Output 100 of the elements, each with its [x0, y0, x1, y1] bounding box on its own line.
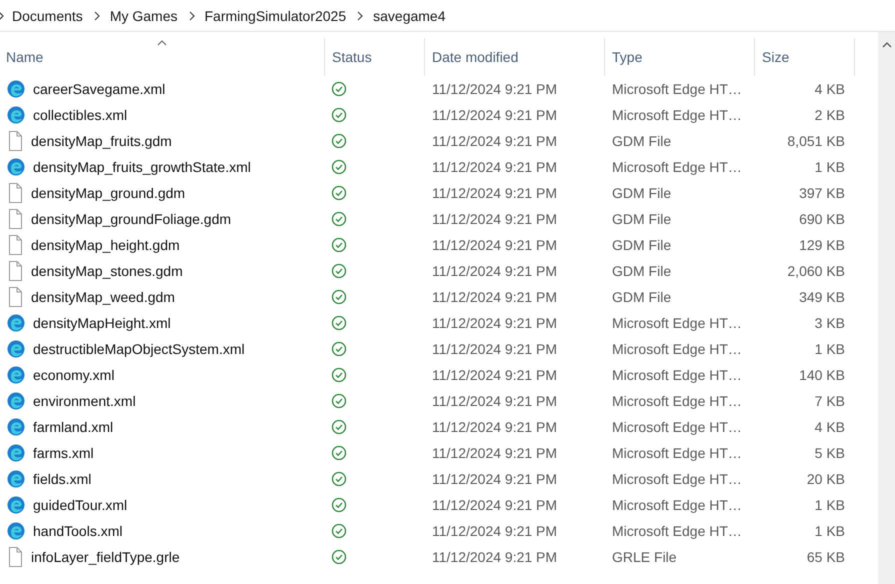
- file-name[interactable]: destructibleMapObjectSystem.xml: [33, 341, 245, 357]
- file-name[interactable]: densityMap_fruits_growthState.xml: [33, 159, 251, 175]
- file-name[interactable]: guidedTour.xml: [33, 497, 128, 513]
- file-name[interactable]: fields.xml: [33, 471, 92, 487]
- file-type: GDM File: [612, 263, 672, 279]
- breadcrumb-item[interactable]: FarmingSimulator2025: [198, 8, 352, 24]
- checkmark-circle-icon: [331, 81, 347, 97]
- file-name[interactable]: densityMap_stones.gdm: [31, 263, 183, 279]
- document-icon: [7, 547, 23, 567]
- file-type: Microsoft Edge HT…: [612, 523, 742, 539]
- browser-file-icon: [7, 366, 25, 384]
- browser-file-icon: [7, 522, 25, 540]
- file-size: 1 KB: [814, 497, 845, 513]
- scroll-up-icon[interactable]: [882, 42, 892, 48]
- browser-file-icon: [7, 496, 25, 514]
- column-header[interactable]: Type: [605, 38, 755, 76]
- checkmark-circle-icon: [331, 419, 347, 435]
- file-name[interactable]: handTools.xml: [33, 523, 122, 539]
- file-size: 8,051 KB: [787, 133, 845, 149]
- file-name[interactable]: densityMap_groundFoliage.gdm: [31, 211, 232, 227]
- browser-file-icon: [7, 392, 25, 410]
- file-name[interactable]: densityMap_ground.gdm: [31, 185, 186, 201]
- checkmark-circle-icon: [331, 237, 347, 253]
- file-size: 7 KB: [814, 393, 845, 409]
- date-modified: 11/12/2024 9:21 PM: [432, 211, 558, 227]
- document-icon: [7, 209, 23, 229]
- file-size: 3 KB: [814, 315, 845, 331]
- date-modified: 11/12/2024 9:21 PM: [432, 81, 558, 97]
- date-modified: 11/12/2024 9:21 PM: [432, 419, 558, 435]
- checkmark-circle-icon: [331, 107, 347, 123]
- file-name[interactable]: densityMap_height.gdm: [31, 237, 180, 253]
- browser-file-icon: [7, 470, 25, 488]
- file-name[interactable]: densityMap_fruits.gdm: [31, 133, 172, 149]
- file-size: 2 KB: [814, 107, 845, 123]
- checkmark-circle-icon: [331, 549, 347, 565]
- file-name[interactable]: densityMapHeight.xml: [33, 315, 171, 331]
- checkmark-circle-icon: [331, 523, 347, 539]
- document-icon: [7, 261, 23, 281]
- file-name[interactable]: environment.xml: [33, 393, 136, 409]
- chevron-icon: [92, 10, 100, 20]
- checkmark-circle-icon: [331, 315, 347, 331]
- browser-file-icon: [7, 106, 25, 124]
- document-icon: [7, 131, 23, 151]
- scrollbar[interactable]: [878, 32, 895, 584]
- file-name[interactable]: economy.xml: [33, 367, 114, 383]
- checkmark-circle-icon: [331, 445, 347, 461]
- column-header[interactable]: Name: [0, 38, 325, 76]
- breadcrumb-item[interactable]: My Games: [104, 8, 184, 24]
- date-modified: 11/12/2024 9:21 PM: [432, 393, 558, 409]
- file-size: 4 KB: [814, 419, 845, 435]
- file-size: 349 KB: [799, 289, 845, 305]
- date-modified: 11/12/2024 9:21 PM: [432, 263, 558, 279]
- document-icon: [7, 287, 23, 307]
- file-size: 65 KB: [806, 549, 845, 565]
- column-header[interactable]: Status: [325, 38, 425, 76]
- checkmark-circle-icon: [331, 211, 347, 227]
- file-size: 1 KB: [814, 523, 845, 539]
- file-size: 129 KB: [799, 237, 845, 253]
- file-name[interactable]: farmland.xml: [33, 419, 114, 435]
- checkmark-circle-icon: [331, 289, 347, 305]
- date-modified: 11/12/2024 9:21 PM: [432, 237, 558, 253]
- checkmark-circle-icon: [331, 159, 347, 175]
- checkmark-circle-icon: [331, 497, 347, 513]
- file-size: 2,060 KB: [787, 263, 845, 279]
- file-type: GRLE File: [612, 549, 677, 565]
- file-type: Microsoft Edge HT…: [612, 445, 742, 461]
- file-size: 20 KB: [806, 471, 845, 487]
- file-type: GDM File: [612, 211, 672, 227]
- file-name[interactable]: infoLayer_fieldType.grle: [31, 549, 180, 565]
- browser-file-icon: [7, 158, 25, 176]
- browser-file-icon: [7, 314, 25, 332]
- date-modified: 11/12/2024 9:21 PM: [432, 315, 558, 331]
- checkmark-circle-icon: [331, 367, 347, 383]
- checkmark-circle-icon: [331, 263, 347, 279]
- column-header[interactable]: Date modified: [425, 38, 605, 76]
- file-size: 1 KB: [814, 341, 845, 357]
- file-type: Microsoft Edge HT…: [612, 81, 742, 97]
- chevron-icon: [356, 10, 364, 20]
- file-name[interactable]: careerSavegame.xml: [33, 81, 166, 97]
- checkmark-circle-icon: [331, 471, 347, 487]
- column-header[interactable]: Size: [755, 38, 855, 76]
- file-type: GDM File: [612, 185, 672, 201]
- file-name[interactable]: densityMap_weed.gdm: [31, 289, 175, 305]
- checkmark-circle-icon: [331, 341, 347, 357]
- file-size: 397 KB: [799, 185, 845, 201]
- date-modified: 11/12/2024 9:21 PM: [432, 159, 558, 175]
- file-type: Microsoft Edge HT…: [612, 367, 742, 383]
- file-type: GDM File: [612, 237, 672, 253]
- file-size: 140 KB: [799, 367, 845, 383]
- browser-file-icon: [7, 444, 25, 462]
- date-modified: 11/12/2024 9:21 PM: [432, 341, 558, 357]
- checkmark-circle-icon: [331, 185, 347, 201]
- breadcrumb-item[interactable]: Documents: [6, 8, 89, 24]
- file-name[interactable]: collectibles.xml: [33, 107, 128, 123]
- file-size: 5 KB: [814, 445, 845, 461]
- file-name[interactable]: farms.xml: [33, 445, 94, 461]
- file-type: Microsoft Edge HT…: [612, 341, 742, 357]
- date-modified: 11/12/2024 9:21 PM: [432, 471, 558, 487]
- breadcrumb-item[interactable]: savegame4: [367, 8, 452, 24]
- file-size: 1 KB: [814, 159, 845, 175]
